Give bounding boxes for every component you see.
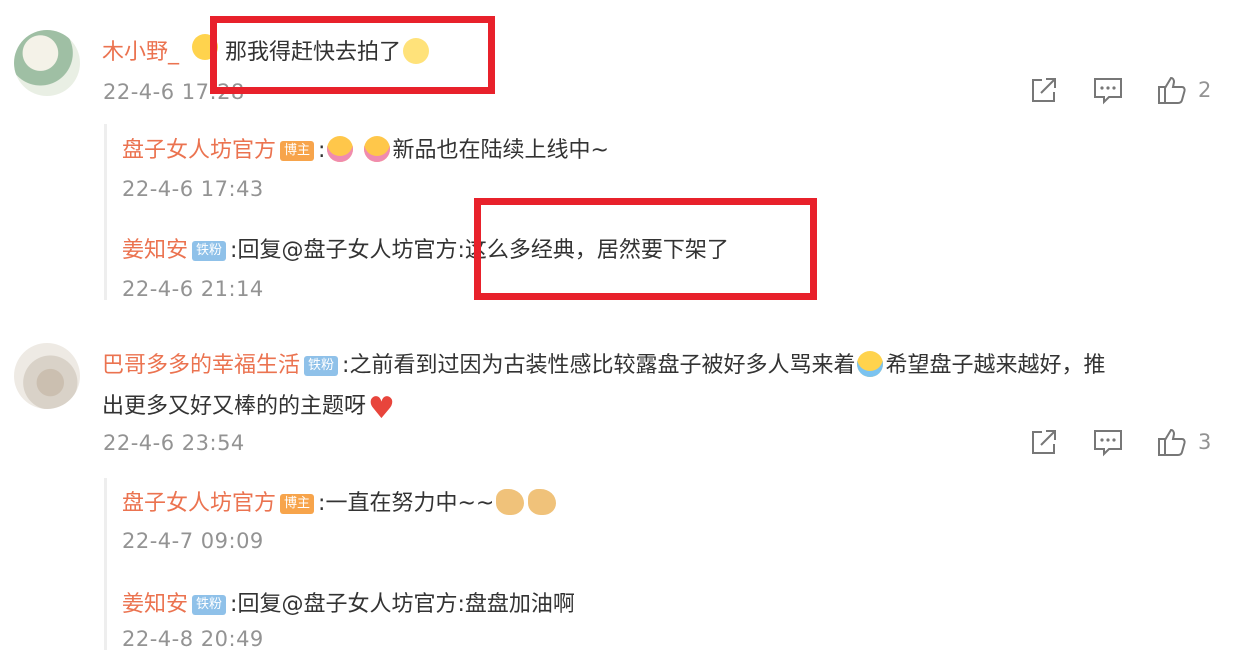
reply-username[interactable]: 姜知安 <box>122 592 188 617</box>
like-count: 2 <box>1198 78 1212 102</box>
reply-username[interactable]: 姜知安 <box>122 238 188 263</box>
reply-time: 22-4-8 20:49 <box>122 627 264 651</box>
comment-time: 22-4-6 23:54 <box>103 431 245 455</box>
comment-username[interactable]: 巴哥多多的幸福生活 <box>102 353 300 378</box>
comment-text-line2: 出更多又好又棒的的主题呀♥ <box>102 388 400 426</box>
reply-item: 姜知安 铁粉:回复@盘子女人坊官方:盘盘加油啊 <box>122 586 575 618</box>
like-icon[interactable] <box>1156 74 1188 106</box>
reply-time: 22-4-7 09:09 <box>122 529 264 553</box>
highlight-box <box>210 16 495 94</box>
reply-divider <box>104 478 107 650</box>
cry-emoji-icon <box>857 351 884 377</box>
like-icon[interactable] <box>1156 426 1188 458</box>
fan-badge: 铁粉 <box>192 595 227 615</box>
reply-time: 22-4-6 21:14 <box>122 277 264 301</box>
reply-username[interactable]: 盘子女人坊官方 <box>122 138 276 163</box>
highlight-box <box>474 198 817 300</box>
reply-item: 盘子女人坊官方 博主: 新品也在陆续上线中~ <box>122 136 609 163</box>
blogger-badge: 博主 <box>280 494 315 514</box>
heart-emoji-icon: ♥ <box>368 391 395 426</box>
comment-icon[interactable] <box>1092 74 1124 106</box>
reply-time: 22-4-6 17:43 <box>122 177 264 201</box>
blogger-badge: 博主 <box>280 141 315 161</box>
share-icon[interactable] <box>1028 74 1060 106</box>
share-icon[interactable] <box>1028 426 1060 458</box>
flower-emoji-icon <box>327 136 354 162</box>
fan-badge: 铁粉 <box>304 356 339 376</box>
comment-text: 巴哥多多的幸福生活 铁粉:之前看到过因为古装性感比较露盘子被好多人骂来着 希望盘子越… <box>102 351 1106 378</box>
reply-username[interactable]: 盘子女人坊官方 <box>122 491 276 516</box>
comment-username[interactable]: 木小野_ <box>102 34 179 66</box>
reply-item: 盘子女人坊官方 博主:一直在努力中~~ <box>122 485 558 517</box>
comment-icon[interactable] <box>1092 426 1124 458</box>
fan-badge: 铁粉 <box>192 241 227 261</box>
reply-text: :一直在努力中~~ <box>318 491 495 516</box>
reply-text: 新品也在陆续上线中~ <box>392 138 609 163</box>
muscle-emoji-icon <box>496 489 525 515</box>
avatar[interactable] <box>14 30 80 96</box>
flower-emoji-icon <box>364 136 391 162</box>
like-count: 3 <box>1198 430 1212 454</box>
avatar[interactable] <box>14 343 80 409</box>
muscle-emoji-icon <box>528 489 557 515</box>
reply-text: :回复@盘子女人坊官方:盘盘加油啊 <box>230 592 575 617</box>
reply-divider <box>104 124 107 300</box>
